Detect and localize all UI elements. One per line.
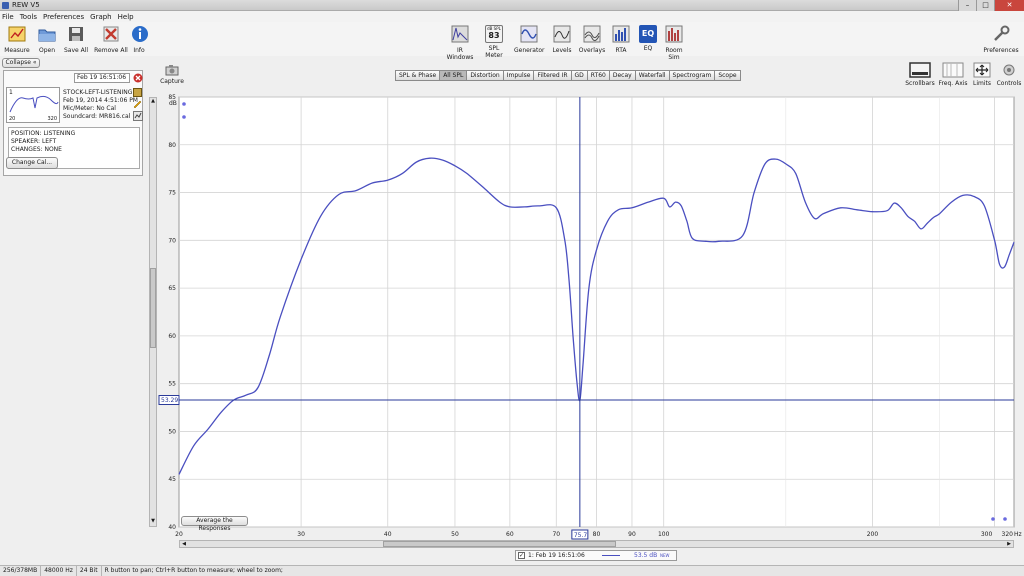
legend-series-name: 1: Feb 19 16:51:06 [528,552,585,559]
y-tick-label: 65 [168,285,176,292]
x-tick-label: 70 [552,531,560,538]
x-tick-label: 200 [867,531,879,538]
scroll-left-icon[interactable]: ◀ [180,541,188,547]
status-bar: 256/378MB 48000 Hz 24 Bit R button to pa… [0,565,1024,576]
x-tick-label: 90 [628,531,636,538]
x-tick-label: 50 [451,531,459,538]
scroll-right-icon[interactable]: ▶ [1005,541,1013,547]
y-tick-label: 60 [168,333,176,340]
legend-checkbox[interactable]: ✓ [518,552,525,559]
cursor-y-readout: 53.29 [158,395,180,406]
legend: ✓ 1: Feb 19 16:51:06 53.5 dB NEW [515,550,677,561]
horizontal-scroll-thumb[interactable] [383,541,616,547]
legend-line-swatch [602,555,620,556]
y-axis-ticks: 85807570656055504540 [168,94,176,531]
y-tick-label: 70 [168,237,176,244]
legend-series-value-suffix: NEW [660,553,670,558]
y-axis-unit: dB [169,100,177,107]
y-tick-label: 80 [168,142,176,149]
status-bitdepth: 24 Bit [77,566,102,576]
svg-text:75.7: 75.7 [574,532,588,539]
x-tick-label: 300 [981,531,993,538]
status-hint: R button to pan; Ctrl+R button to measur… [104,567,283,574]
x-axis-ticks: 20 30 40 50 60 70 80 90 100 200 300 320 [175,531,1013,538]
status-samplerate: 48000 Hz [41,566,77,576]
svg-text:53.29: 53.29 [161,397,178,404]
y-tick-label: 50 [168,428,176,435]
y-tick-label: 45 [168,476,176,483]
y-tick-label: 40 [168,524,176,531]
spl-graph[interactable]: 85807570656055504540 20 30 40 50 60 70 80 90 100… [0,0,1024,576]
cursor-x-readout: 75.7 [571,529,589,540]
status-memory: 256/378MB [0,566,42,576]
x-tick-label: 60 [506,531,514,538]
x-tick-label: 20 [175,531,183,538]
x-tick-label: 30 [297,531,305,538]
x-tick-label: 80 [593,531,601,538]
horizontal-scrollbar[interactable]: ◀ ▶ [179,540,1014,548]
average-responses-button[interactable]: Average the Responses [181,516,248,532]
y-tick-label: 55 [168,381,176,388]
x-axis-unit: Hz [1014,531,1022,538]
legend-series-value: 53.5 dB [634,552,658,559]
x-tick-label: 40 [384,531,392,538]
x-tick-label: 320 [1002,531,1014,538]
y-tick-label: 75 [168,190,176,197]
x-tick-label: 100 [658,531,670,538]
